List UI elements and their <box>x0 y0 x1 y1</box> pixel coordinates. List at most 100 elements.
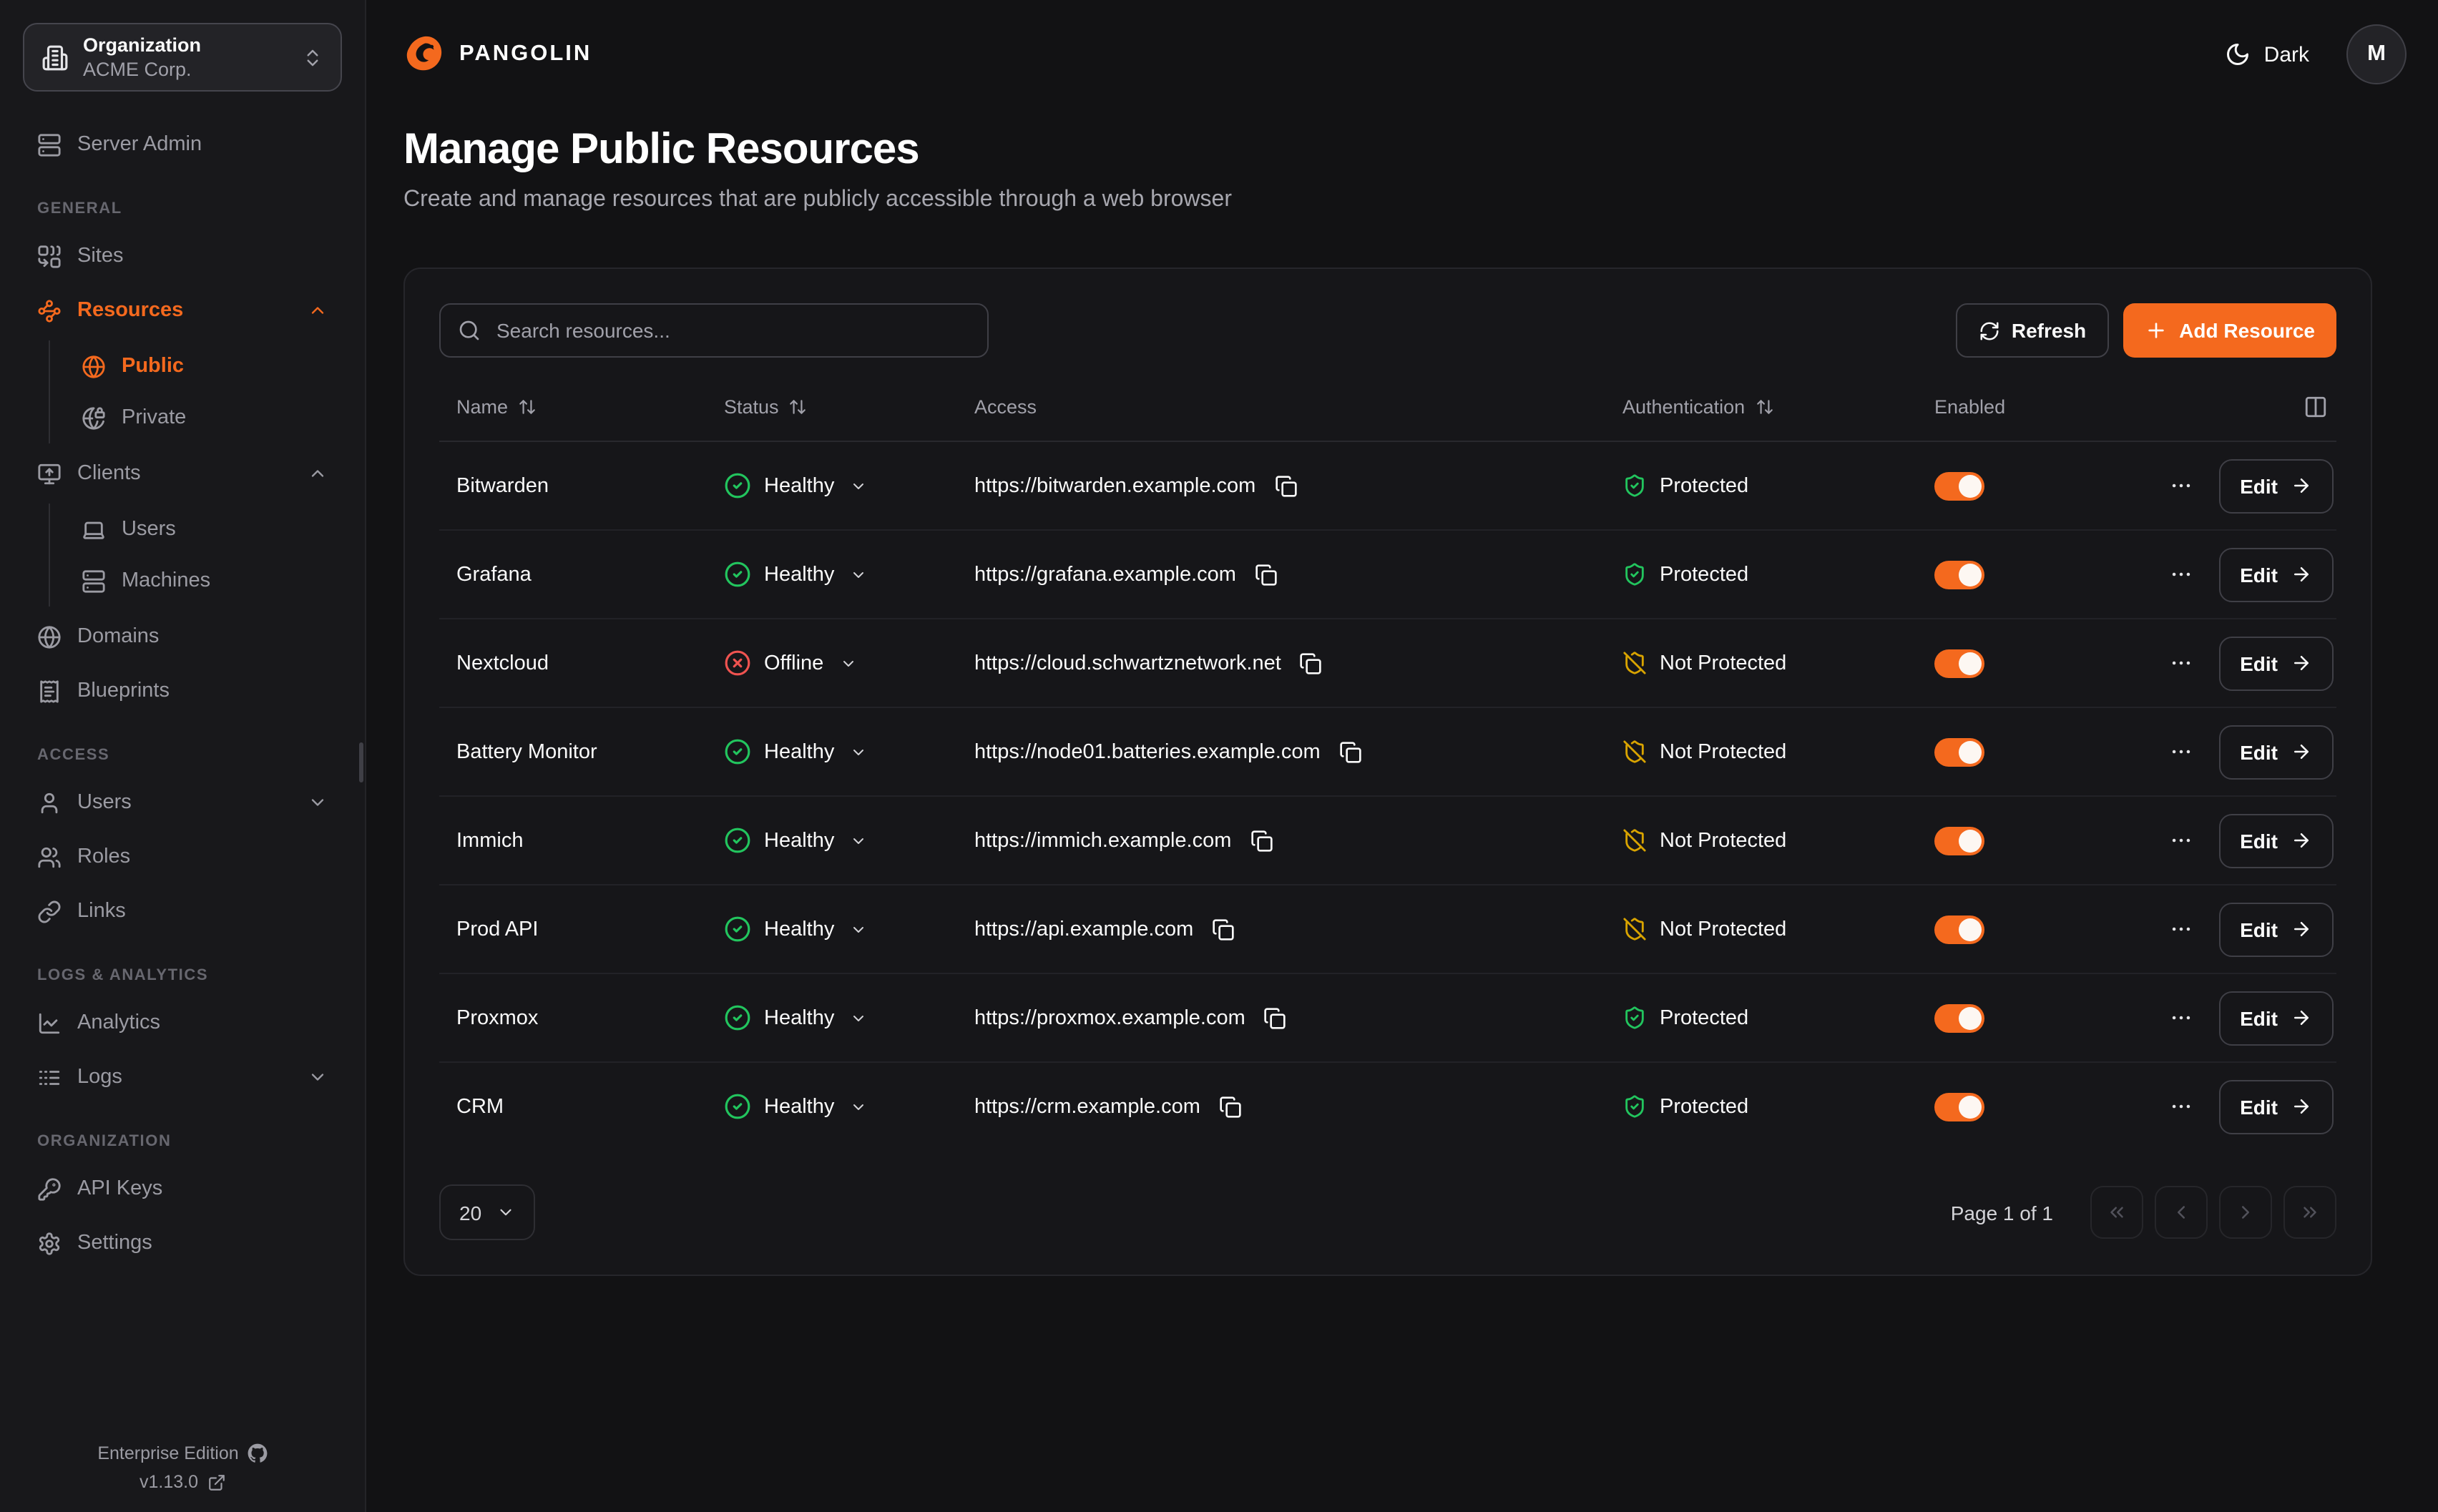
resource-url: https://api.example.com <box>974 918 1193 941</box>
edit-button[interactable]: Edit <box>2218 1079 2334 1134</box>
chevron-down-icon <box>496 1203 514 1222</box>
brand[interactable]: PANGOLIN <box>403 34 592 75</box>
name-cell: Battery Monitor <box>439 740 707 763</box>
sidebar-item-resources[interactable]: Resources <box>23 283 342 338</box>
sidebar-item-users[interactable]: Users <box>23 775 342 830</box>
previous-page-button[interactable] <box>2155 1186 2208 1239</box>
copy-url-button[interactable] <box>1216 1092 1245 1121</box>
enabled-toggle[interactable] <box>1934 471 1984 500</box>
copy-url-button[interactable] <box>1297 649 1326 677</box>
edit-button[interactable]: Edit <box>2218 547 2334 602</box>
sidebar-item-roles[interactable]: Roles <box>23 830 342 884</box>
last-page-button[interactable] <box>2283 1186 2336 1239</box>
external-link-icon[interactable] <box>207 1473 225 1491</box>
enabled-toggle[interactable] <box>1934 1092 1984 1121</box>
sidebar-item-client-users[interactable]: Users <box>67 504 342 555</box>
sidebar-item-links[interactable]: Links <box>23 884 342 938</box>
theme-toggle[interactable]: Dark <box>2226 41 2309 67</box>
enabled-toggle[interactable] <box>1934 737 1984 766</box>
search-input[interactable] <box>494 318 970 343</box>
column-header-authentication[interactable]: Authentication <box>1605 396 1917 417</box>
arrow-right-icon <box>2291 1096 2312 1117</box>
sidebar-item-private[interactable]: Private <box>67 392 342 443</box>
sidebar-item-public[interactable]: Public <box>67 340 342 392</box>
copy-url-button[interactable] <box>1209 915 1238 943</box>
column-header-status[interactable]: Status <box>707 396 957 417</box>
row-menu-button[interactable] <box>2163 823 2198 858</box>
row-menu-button[interactable] <box>2163 911 2198 947</box>
first-page-button[interactable] <box>2090 1186 2143 1239</box>
edit-button[interactable]: Edit <box>2218 725 2334 779</box>
row-menu-button[interactable] <box>2163 645 2198 681</box>
receipt-icon <box>37 679 62 703</box>
edit-label: Edit <box>2240 563 2278 586</box>
edit-button[interactable]: Edit <box>2218 458 2334 513</box>
enabled-toggle[interactable] <box>1934 826 1984 855</box>
enabled-cell <box>1917 826 2086 855</box>
chevron-down-icon[interactable] <box>850 477 867 494</box>
status-label: Healthy <box>764 918 834 941</box>
link-icon <box>37 899 62 923</box>
sidebar-item-logs[interactable]: Logs <box>23 1050 342 1104</box>
row-menu-button[interactable] <box>2163 1000 2198 1036</box>
chevron-down-icon[interactable] <box>850 743 867 760</box>
enabled-toggle[interactable] <box>1934 1003 1984 1032</box>
edit-button[interactable]: Edit <box>2218 902 2334 956</box>
sidebar-item-analytics[interactable]: Analytics <box>23 996 342 1050</box>
users-icon <box>37 845 62 869</box>
shield-off-icon <box>1622 828 1647 853</box>
page-size-select[interactable]: 20 <box>439 1184 534 1240</box>
sidebar-item-machines[interactable]: Machines <box>67 555 342 607</box>
row-menu-button[interactable] <box>2163 556 2198 592</box>
chevron-down-icon[interactable] <box>850 1009 867 1026</box>
edit-button[interactable]: Edit <box>2218 991 2334 1045</box>
sidebar-item-domains[interactable]: Domains <box>23 609 342 664</box>
row-menu-button[interactable] <box>2163 734 2198 770</box>
copy-url-button[interactable] <box>1247 826 1276 855</box>
enabled-toggle[interactable] <box>1934 560 1984 589</box>
access-cell: https://grafana.example.com <box>957 560 1605 589</box>
sidebar-item-clients[interactable]: Clients <box>23 446 342 501</box>
row-menu-button[interactable] <box>2163 468 2198 504</box>
chevron-down-icon[interactable] <box>850 832 867 849</box>
resource-url: https://cloud.schwartznetwork.net <box>974 652 1281 674</box>
enabled-toggle[interactable] <box>1934 649 1984 677</box>
actions-cell: Edit <box>2086 1079 2336 1134</box>
next-page-button[interactable] <box>2219 1186 2272 1239</box>
enabled-cell <box>1917 1003 2086 1032</box>
sidebar-item-api-keys[interactable]: API Keys <box>23 1162 342 1216</box>
sidebar-item-blueprints[interactable]: Blueprints <box>23 664 342 718</box>
edit-button[interactable]: Edit <box>2218 636 2334 690</box>
enabled-toggle[interactable] <box>1934 915 1984 943</box>
chevron-down-icon[interactable] <box>850 1098 867 1115</box>
auth-label: Not Protected <box>1660 740 1786 763</box>
row-menu-button[interactable] <box>2163 1089 2198 1124</box>
edit-button[interactable]: Edit <box>2218 813 2334 868</box>
avatar[interactable]: M <box>2346 24 2407 84</box>
sidebar-nav: Server Admin GENERAL Sites Resources Pub… <box>23 117 342 1270</box>
sidebar-item-sites[interactable]: Sites <box>23 229 342 283</box>
org-selector-label: Organization <box>83 34 288 57</box>
sidebar-scrollbar-thumb[interactable] <box>359 742 363 782</box>
github-icon[interactable] <box>248 1443 268 1463</box>
org-selector[interactable]: Organization ACME Corp. <box>23 23 342 92</box>
copy-url-button[interactable] <box>1261 1003 1290 1032</box>
topbar: PANGOLIN Dark M <box>403 0 2401 109</box>
status-label: Healthy <box>764 740 834 763</box>
copy-url-button[interactable] <box>1252 560 1281 589</box>
chevron-down-icon[interactable] <box>850 566 867 583</box>
columns-icon <box>2304 394 2328 418</box>
chevron-down-icon[interactable] <box>839 654 856 672</box>
column-header-name[interactable]: Name <box>439 396 707 417</box>
copy-url-button[interactable] <box>1336 737 1365 766</box>
copy-url-button[interactable] <box>1271 471 1300 500</box>
refresh-button[interactable]: Refresh <box>1956 303 2109 358</box>
sidebar-item-server-admin[interactable]: Server Admin <box>23 117 342 172</box>
resource-url: https://immich.example.com <box>974 829 1231 852</box>
chevron-down-icon[interactable] <box>850 921 867 938</box>
circle-x-icon <box>724 649 751 677</box>
status-label: Healthy <box>764 1095 834 1118</box>
column-toggle-button[interactable] <box>2086 394 2336 418</box>
add-resource-button[interactable]: Add Resource <box>2123 303 2336 358</box>
sidebar-item-settings[interactable]: Settings <box>23 1216 342 1270</box>
